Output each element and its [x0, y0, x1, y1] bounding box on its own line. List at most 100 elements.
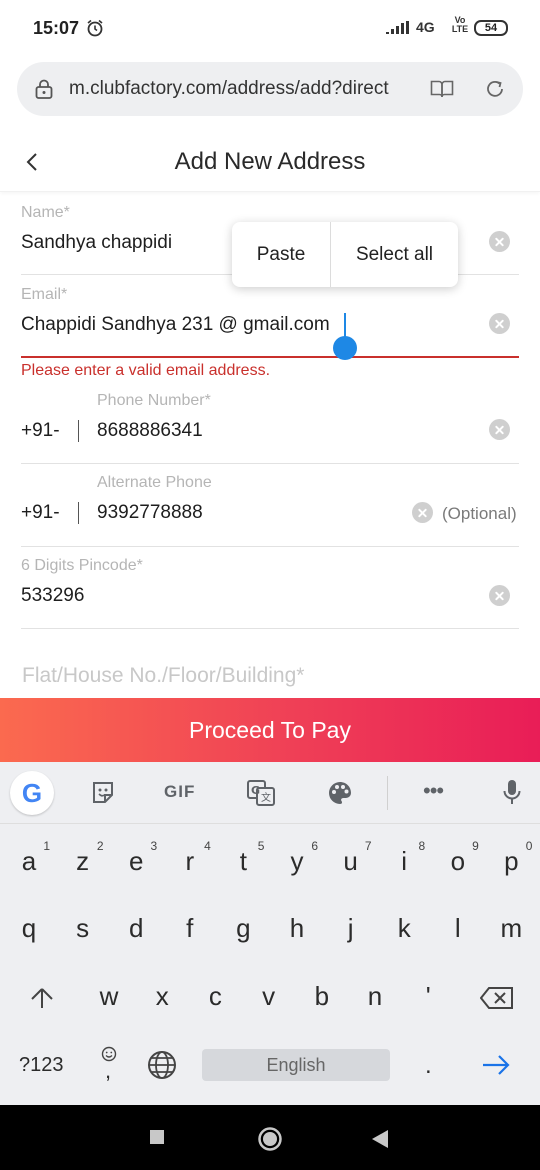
- phone-country-code: +91-: [21, 420, 60, 441]
- key-number-hint: 2: [96, 839, 104, 853]
- key-label: n: [367, 981, 383, 1011]
- key-number-hint: 5: [257, 839, 265, 853]
- key-label: f: [186, 913, 194, 943]
- globe-icon[interactable]: [147, 1050, 177, 1080]
- mic-icon[interactable]: [502, 779, 522, 807]
- symbols-key[interactable]: ?123: [19, 1054, 64, 1077]
- key-i[interactable]: i8: [377, 831, 431, 891]
- key-apostrophe[interactable]: ': [401, 966, 455, 1026]
- keyboard-toolbar: G GIF G 文 •••: [0, 762, 540, 824]
- select-all-menu-item[interactable]: Select all: [331, 222, 458, 287]
- url-text[interactable]: m.clubfactory.com/address/add?direct: [69, 78, 403, 100]
- key-label: j: [347, 913, 354, 943]
- space-key[interactable]: English: [202, 1049, 390, 1081]
- key-h[interactable]: h: [270, 898, 324, 958]
- phone-field[interactable]: Phone Number* +91- 8688886341: [21, 388, 519, 464]
- key-z[interactable]: z2: [56, 831, 110, 891]
- email-input[interactable]: Chappidi Sandhya 231 @ gmail.com: [21, 314, 330, 336]
- alarm-icon: [87, 19, 103, 37]
- key-label: k: [397, 913, 411, 943]
- key-e[interactable]: e3: [109, 831, 163, 891]
- svg-text:G: G: [251, 784, 260, 797]
- recent-apps-icon[interactable]: [149, 1129, 165, 1145]
- key-u[interactable]: u7: [324, 831, 378, 891]
- key-o[interactable]: o9: [431, 831, 485, 891]
- phone-label: Phone Number*: [97, 392, 211, 409]
- alternate-phone-input[interactable]: 9392778888: [97, 502, 203, 524]
- key-number-hint: 9: [472, 839, 479, 853]
- clear-phone-icon[interactable]: [489, 419, 510, 440]
- translate-icon[interactable]: G 文: [247, 780, 275, 806]
- clear-name-icon[interactable]: [489, 231, 510, 252]
- paste-menu-item[interactable]: Paste: [232, 222, 330, 287]
- name-label: Name*: [21, 204, 70, 221]
- key-label: w: [99, 981, 119, 1011]
- key-c[interactable]: c: [188, 966, 242, 1026]
- optional-hint: (Optional): [442, 504, 517, 523]
- pincode-field[interactable]: 6 Digits Pincode* 533296: [21, 553, 519, 629]
- key-l[interactable]: l: [431, 898, 485, 958]
- home-icon[interactable]: [257, 1126, 283, 1152]
- enter-arrow-icon[interactable]: [481, 1054, 511, 1076]
- navigation-bar: [0, 1105, 540, 1170]
- key-label: v: [262, 981, 276, 1011]
- refresh-icon[interactable]: [484, 78, 506, 100]
- google-icon[interactable]: G: [10, 771, 54, 815]
- alternate-phone-country-code: +91-: [21, 502, 60, 523]
- key-d[interactable]: d: [109, 898, 163, 958]
- more-icon[interactable]: •••: [423, 778, 444, 804]
- url-bar[interactable]: m.clubfactory.com/address/add?direct: [17, 62, 523, 116]
- key-number-hint: 1: [43, 839, 50, 853]
- key-f[interactable]: f: [163, 898, 217, 958]
- reader-mode-icon[interactable]: [430, 79, 454, 99]
- flat-input[interactable]: Flat/House No./Floor/Building*: [22, 664, 304, 688]
- battery-icon: 54: [474, 20, 508, 36]
- key-t[interactable]: t5: [216, 831, 270, 891]
- key-m[interactable]: m: [484, 898, 538, 958]
- key-x[interactable]: x: [135, 966, 189, 1026]
- gif-icon[interactable]: GIF: [164, 782, 195, 802]
- clear-email-icon[interactable]: [489, 313, 510, 334]
- signal-icon: [386, 21, 409, 34]
- email-error-message: Please enter a valid email address.: [21, 362, 271, 379]
- key-label: g: [236, 913, 251, 943]
- key-g[interactable]: g: [216, 898, 270, 958]
- key-a[interactable]: a1: [2, 831, 56, 891]
- key-w[interactable]: w: [82, 966, 136, 1026]
- name-input[interactable]: Sandhya chappidi: [21, 232, 172, 254]
- backspace-icon[interactable]: [480, 987, 514, 1009]
- period-key[interactable]: .: [425, 1052, 432, 1080]
- comma-key[interactable]: ,: [105, 1058, 111, 1084]
- clear-alternate-phone-icon[interactable]: [412, 502, 433, 523]
- key-v[interactable]: v: [242, 966, 296, 1026]
- key-y[interactable]: y6: [270, 831, 324, 891]
- sticker-icon[interactable]: [90, 780, 116, 806]
- lock-icon: [35, 79, 53, 99]
- key-b[interactable]: b: [295, 966, 349, 1026]
- key-n[interactable]: n: [348, 966, 402, 1026]
- phone-input[interactable]: 8688886341: [97, 420, 203, 442]
- key-label: d: [128, 913, 144, 943]
- clear-pincode-icon[interactable]: [489, 585, 510, 606]
- palette-icon[interactable]: [327, 780, 353, 806]
- back-nav-icon[interactable]: [371, 1129, 389, 1149]
- key-k[interactable]: k: [377, 898, 431, 958]
- alternate-phone-label: Alternate Phone: [97, 474, 212, 491]
- cursor-handle[interactable]: [333, 336, 357, 360]
- email-field[interactable]: Email* Chappidi Sandhya 231 @ gmail.com: [21, 283, 519, 358]
- key-number-hint: 7: [364, 839, 372, 853]
- shift-icon[interactable]: [30, 987, 54, 1009]
- pincode-input[interactable]: 533296: [21, 585, 84, 607]
- key-label: x: [155, 981, 169, 1011]
- key-number-hint: 3: [150, 839, 158, 853]
- key-j[interactable]: j: [324, 898, 378, 958]
- key-r[interactable]: r4: [163, 831, 217, 891]
- alternate-phone-field[interactable]: Alternate Phone +91- 9392778888 (Optiona…: [21, 470, 519, 547]
- key-s[interactable]: s: [56, 898, 110, 958]
- proceed-to-pay-button[interactable]: Proceed To Pay: [0, 698, 540, 762]
- pincode-label: 6 Digits Pincode*: [21, 557, 143, 574]
- key-q[interactable]: q: [2, 898, 56, 958]
- key-p[interactable]: p0: [484, 831, 538, 891]
- key-label: ': [425, 981, 431, 1011]
- key-label: b: [314, 981, 330, 1011]
